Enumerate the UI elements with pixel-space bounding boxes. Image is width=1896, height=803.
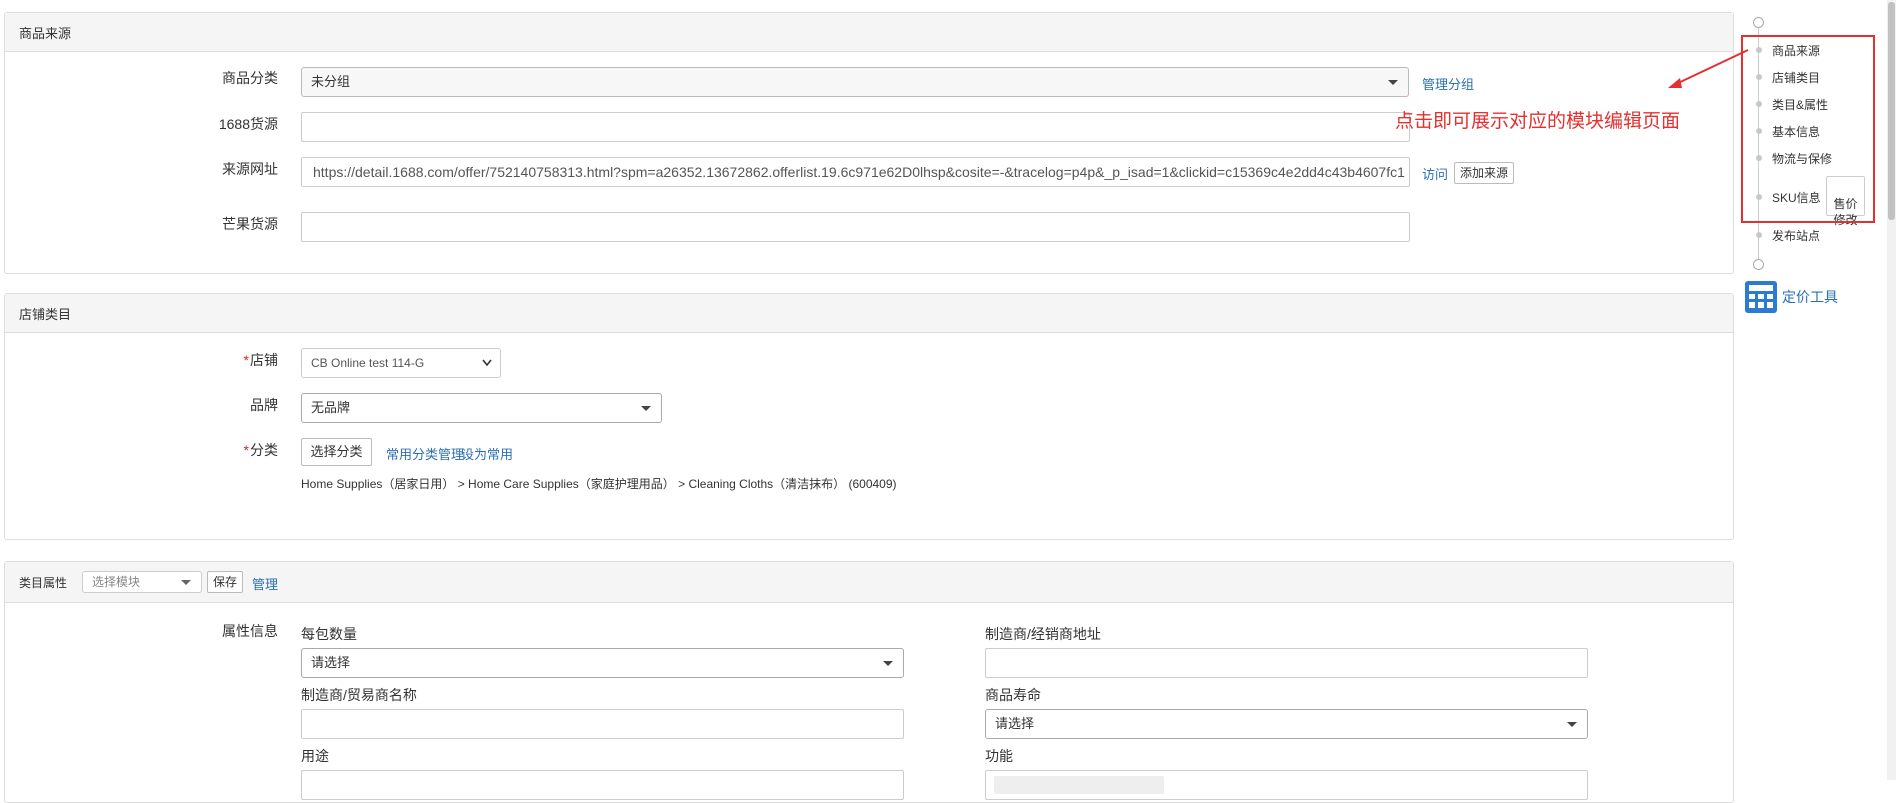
page-scrollbar-thumb[interactable] (1888, 2, 1895, 220)
pricing-tool[interactable]: 定价工具 (1744, 280, 1838, 314)
category-label: 商品分类 (222, 70, 278, 86)
source-url-input[interactable]: https://detail.1688.com/offer/7521407583… (301, 157, 1410, 187)
source-panel-title: 商品来源 (5, 13, 1733, 52)
life-select-value: 请选择 (995, 716, 1035, 731)
chevron-down-icon (1388, 80, 1398, 85)
annotation-text: 点击即可展示对应的模块编辑页面 (1395, 111, 1681, 132)
common-category-manage-link[interactable]: 常用分类管理 (386, 444, 464, 463)
annotation-arrow-icon (1668, 49, 1749, 88)
manage-module-link[interactable]: 管理 (252, 574, 278, 593)
attr-panel: 类目属性 (4, 561, 1734, 803)
store-select-value: CB Online test 114-G (311, 356, 425, 370)
chevron-down-icon (883, 661, 893, 666)
chevron-down-icon (181, 580, 191, 585)
manage-group-link[interactable]: 管理分组 (1422, 74, 1474, 93)
choose-category-button[interactable]: 选择分类 (301, 438, 372, 466)
mfr-address-input[interactable] (985, 648, 1588, 678)
set-common-link[interactable]: 设为常用 (461, 444, 513, 463)
pricing-tool-label: 定价工具 (1782, 289, 1838, 305)
mango-label: 芒果货源 (222, 216, 278, 232)
required-mark: * (243, 352, 249, 368)
category-field-label: *分类 (158, 440, 278, 460)
page-scrollbar[interactable] (1887, 0, 1896, 780)
module-select-placeholder: 选择模块 (92, 575, 141, 589)
nav-highlight-box (1741, 35, 1875, 223)
attr-info-label: 属性信息 (222, 623, 278, 639)
category-select[interactable]: 未分组 (301, 67, 1409, 97)
brand-select[interactable]: 无品牌 (301, 393, 662, 423)
brand-label: 品牌 (250, 397, 278, 413)
usage-label: 用途 (301, 748, 329, 764)
per-pack-select[interactable]: 请选择 (301, 648, 904, 678)
usage-input[interactable] (301, 770, 904, 800)
category-field-label-text: 分类 (250, 442, 278, 458)
mango-input[interactable] (301, 212, 1410, 242)
mfr-name-input[interactable] (301, 709, 904, 739)
store-panel-title: 店铺类目 (5, 294, 1733, 333)
save-module-button[interactable]: 保存 (207, 571, 243, 593)
mfr-name-label: 制造商/贸易商名称 (301, 687, 417, 703)
category-path: Home Supplies（居家日用） > Home Care Supplies… (301, 477, 897, 491)
store-label-text: 店铺 (250, 352, 278, 368)
source1688-input[interactable] (301, 112, 1410, 142)
attr-panel-title: 类目属性 (19, 575, 68, 590)
required-mark: * (243, 442, 249, 458)
side-nav-top-circle (1753, 17, 1764, 28)
function-label: 功能 (985, 748, 1013, 764)
function-input[interactable] (985, 770, 1588, 800)
url-label: 来源网址 (222, 161, 278, 177)
nav-dot (1756, 232, 1762, 238)
side-nav-bottom-circle (1753, 259, 1764, 270)
per-pack-select-value: 请选择 (311, 655, 351, 670)
store-label: *店铺 (158, 350, 278, 370)
calculator-icon (1745, 281, 1777, 313)
life-select[interactable]: 请选择 (985, 709, 1588, 739)
chevron-down-icon (1567, 722, 1577, 727)
function-tag-placeholder (994, 776, 1164, 794)
per-pack-label: 每包数量 (301, 626, 357, 642)
mfr-address-label: 制造商/经销商地址 (985, 626, 1101, 642)
chevron-down-icon (641, 406, 651, 411)
chevron-down-icon (482, 359, 492, 367)
store-panel: 店铺类目 (4, 293, 1734, 540)
brand-select-value: 无品牌 (311, 400, 351, 415)
store-select[interactable]: CB Online test 114-G (301, 348, 501, 378)
add-source-button[interactable]: 添加来源 (1454, 162, 1514, 184)
visit-link[interactable]: 访问 (1422, 164, 1448, 183)
life-label: 商品寿命 (985, 687, 1041, 703)
module-select[interactable]: 选择模块 (82, 571, 202, 593)
category-select-value: 未分组 (311, 74, 351, 89)
source1688-label: 1688货源 (218, 116, 278, 132)
side-nav-item-publish[interactable]: 发布站点 (1772, 227, 1820, 244)
